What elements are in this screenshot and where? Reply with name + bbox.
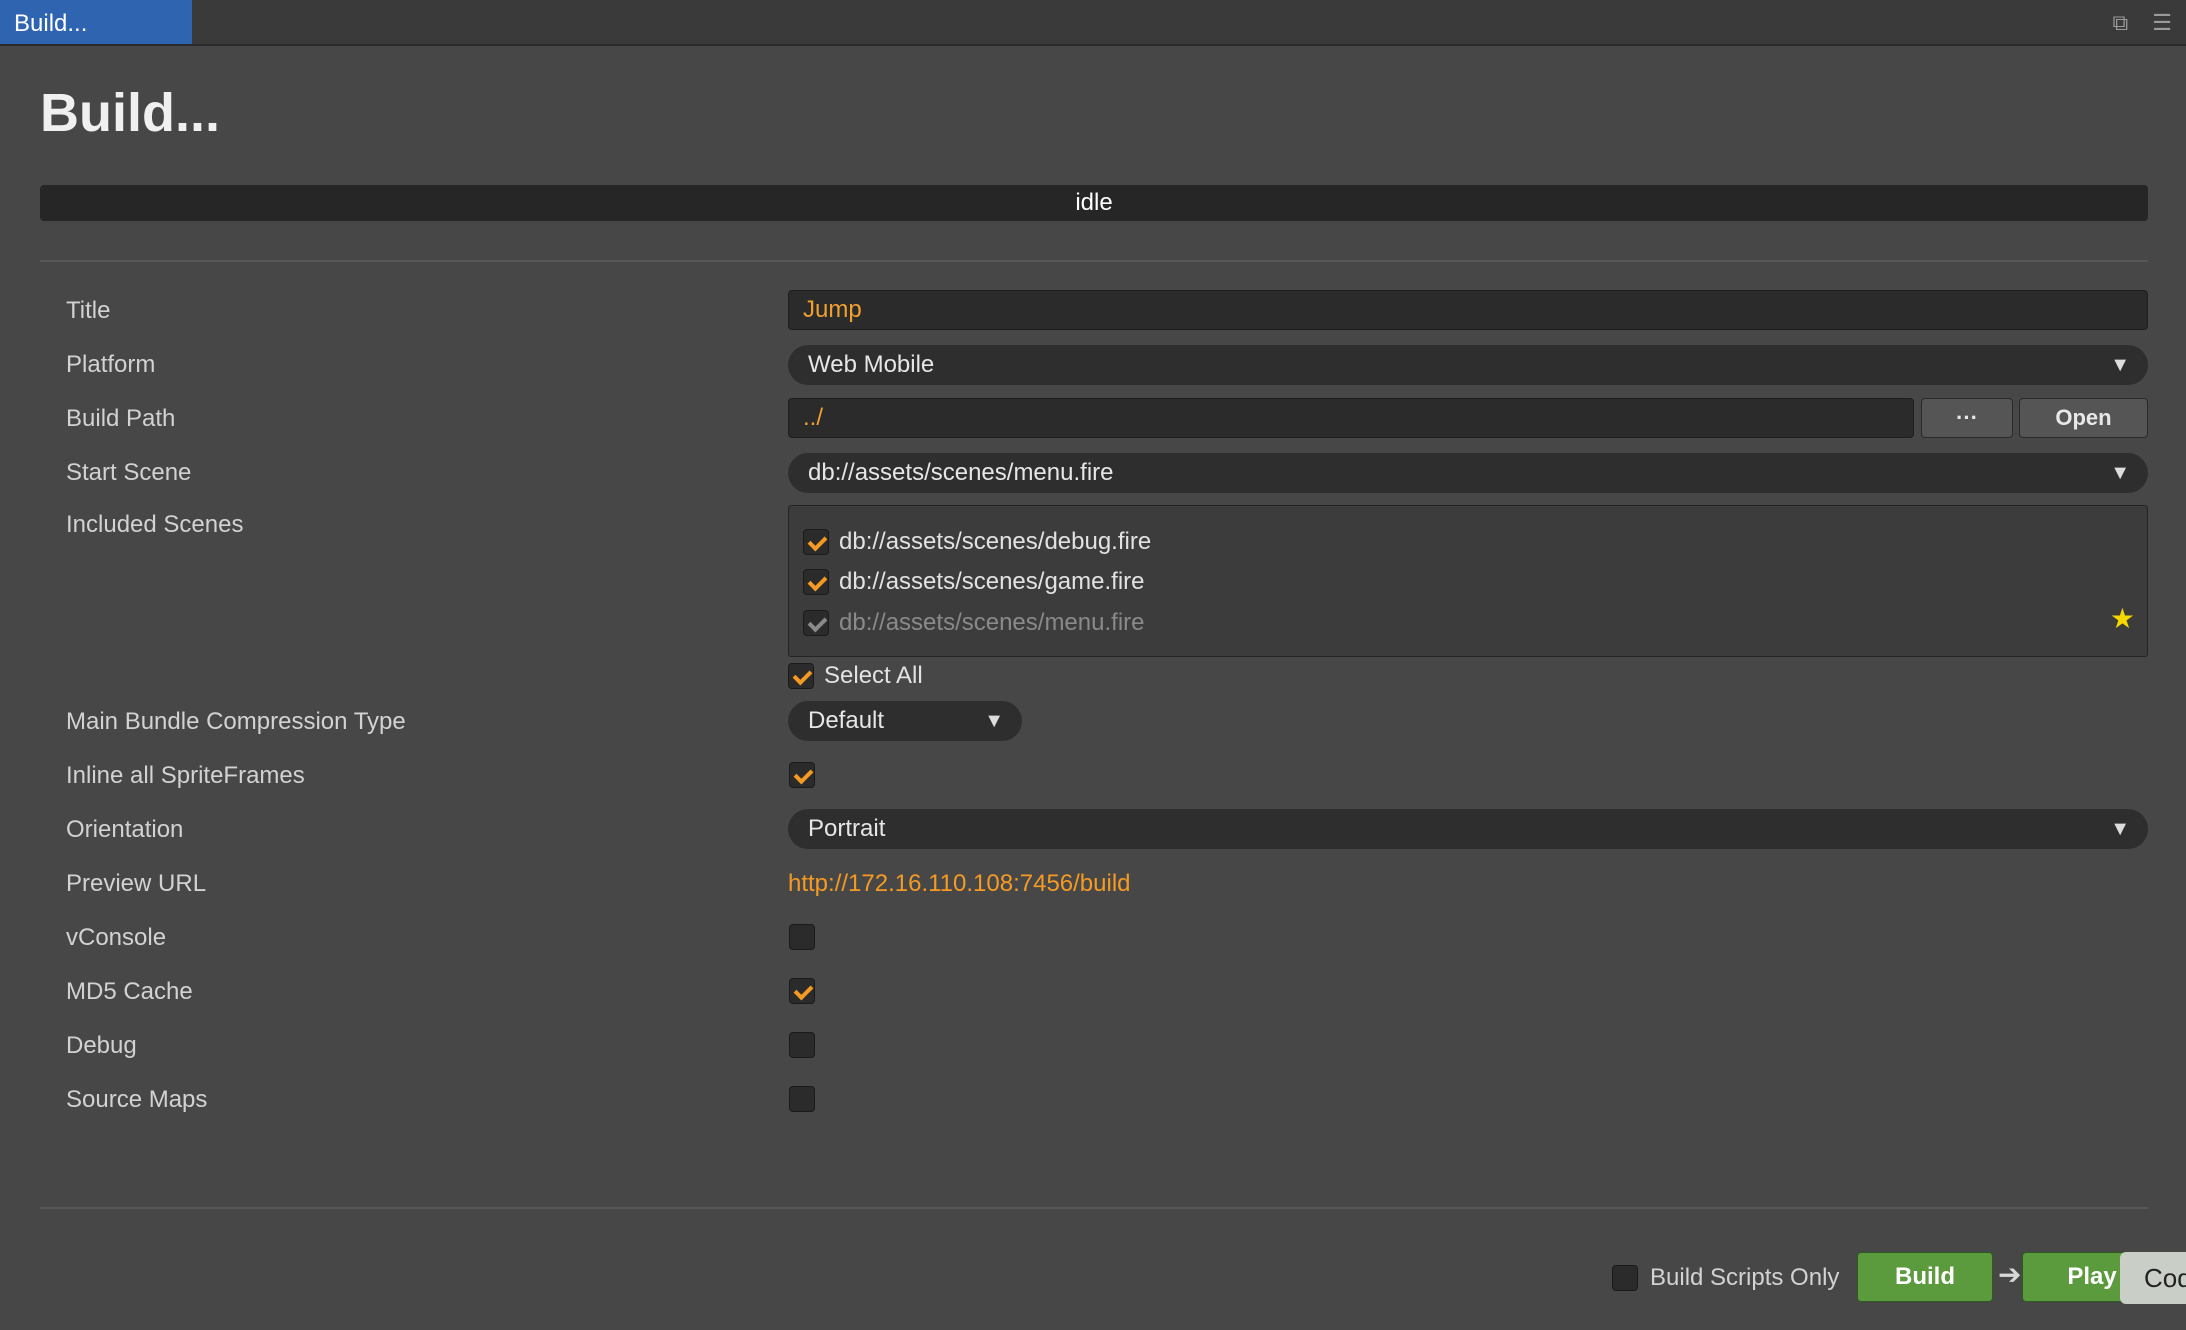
start-scene-select[interactable]: db://assets/scenes/menu.fire ▼ <box>788 453 2148 493</box>
open-path-button[interactable]: Open <box>2019 398 2148 438</box>
vconsole-label: vConsole <box>66 924 167 951</box>
orientation-label: Orientation <box>66 816 184 843</box>
scene-item-debug[interactable]: db://assets/scenes/debug.fire <box>803 528 1151 556</box>
panel-tools: ⧉ ☰ <box>2113 10 2172 36</box>
scene-checkbox[interactable] <box>803 569 829 595</box>
inline-spriteframes-checkbox[interactable] <box>789 762 815 788</box>
divider-top <box>40 260 2148 262</box>
compression-select[interactable]: Default ▼ <box>788 701 1022 741</box>
scene-item-menu: db://assets/scenes/menu.fire <box>803 609 1144 637</box>
scene-checkbox[interactable] <box>803 529 829 555</box>
start-scene-star-icon: ★ <box>2109 603 2135 634</box>
arrow-right-icon: ➔ <box>1998 1259 2022 1290</box>
code-button[interactable]: Code <box>2120 1252 2186 1304</box>
compression-label: Main Bundle Compression Type <box>66 708 406 735</box>
build-path-label: Build Path <box>66 405 176 432</box>
divider-bottom <box>40 1207 2148 1209</box>
build-button[interactable]: Build <box>1857 1252 1993 1302</box>
restore-window-icon[interactable]: ⧉ <box>2113 10 2129 36</box>
tab-bar: Build... ⧉ ☰ <box>0 0 2186 46</box>
dropdown-arrow-icon: ▼ <box>984 710 1004 732</box>
included-scenes-label: Included Scenes <box>66 511 244 538</box>
vconsole-checkbox[interactable] <box>789 924 815 950</box>
select-all-row[interactable]: Select All <box>788 662 923 690</box>
source-maps-checkbox[interactable] <box>789 1086 815 1112</box>
build-scripts-only-checkbox[interactable] <box>1612 1265 1638 1291</box>
debug-label: Debug <box>66 1032 137 1059</box>
orientation-select[interactable]: Portrait ▼ <box>788 809 2148 849</box>
dropdown-arrow-icon: ▼ <box>2110 462 2130 484</box>
orientation-value: Portrait <box>808 815 886 842</box>
scene-path: db://assets/scenes/game.fire <box>839 568 1145 595</box>
md5-cache-label: MD5 Cache <box>66 978 193 1005</box>
preview-url-label: Preview URL <box>66 870 207 897</box>
platform-value: Web Mobile <box>808 351 935 378</box>
debug-checkbox[interactable] <box>789 1032 815 1058</box>
compression-value: Default <box>808 707 885 734</box>
build-scripts-only-row[interactable]: Build Scripts Only <box>1612 1264 1839 1292</box>
build-scripts-only-label: Build Scripts Only <box>1650 1264 1840 1291</box>
build-status-bar: idle <box>40 185 2148 221</box>
preview-url-link[interactable]: http://172.16.110.108:7456/build <box>788 870 1131 898</box>
dropdown-arrow-icon: ▼ <box>2110 354 2130 376</box>
browse-path-button[interactable]: ··· <box>1921 398 2013 438</box>
platform-select[interactable]: Web Mobile ▼ <box>788 345 2148 385</box>
page-title: Build... <box>40 83 220 143</box>
scene-path: db://assets/scenes/menu.fire <box>839 609 1145 636</box>
hamburger-menu-icon[interactable]: ☰ <box>2152 10 2172 36</box>
dropdown-arrow-icon: ▼ <box>2110 818 2130 840</box>
title-input[interactable]: Jump <box>788 290 2148 330</box>
scene-checkbox <box>803 610 829 636</box>
scene-item-game[interactable]: db://assets/scenes/game.fire <box>803 568 1144 596</box>
included-scenes-list: db://assets/scenes/debug.fire db://asset… <box>788 505 2148 657</box>
scene-path: db://assets/scenes/debug.fire <box>839 528 1152 555</box>
start-scene-label: Start Scene <box>66 459 192 486</box>
source-maps-label: Source Maps <box>66 1086 208 1113</box>
platform-label: Platform <box>66 351 156 378</box>
start-scene-value: db://assets/scenes/menu.fire <box>808 459 1114 486</box>
select-all-checkbox[interactable] <box>788 663 814 689</box>
md5-cache-checkbox[interactable] <box>789 978 815 1004</box>
inline-spriteframes-label: Inline all SpriteFrames <box>66 762 305 789</box>
tab-build[interactable]: Build... <box>0 0 192 44</box>
build-path-input[interactable]: ../ <box>788 398 1914 438</box>
select-all-label: Select All <box>824 662 923 689</box>
title-label: Title <box>66 297 111 324</box>
